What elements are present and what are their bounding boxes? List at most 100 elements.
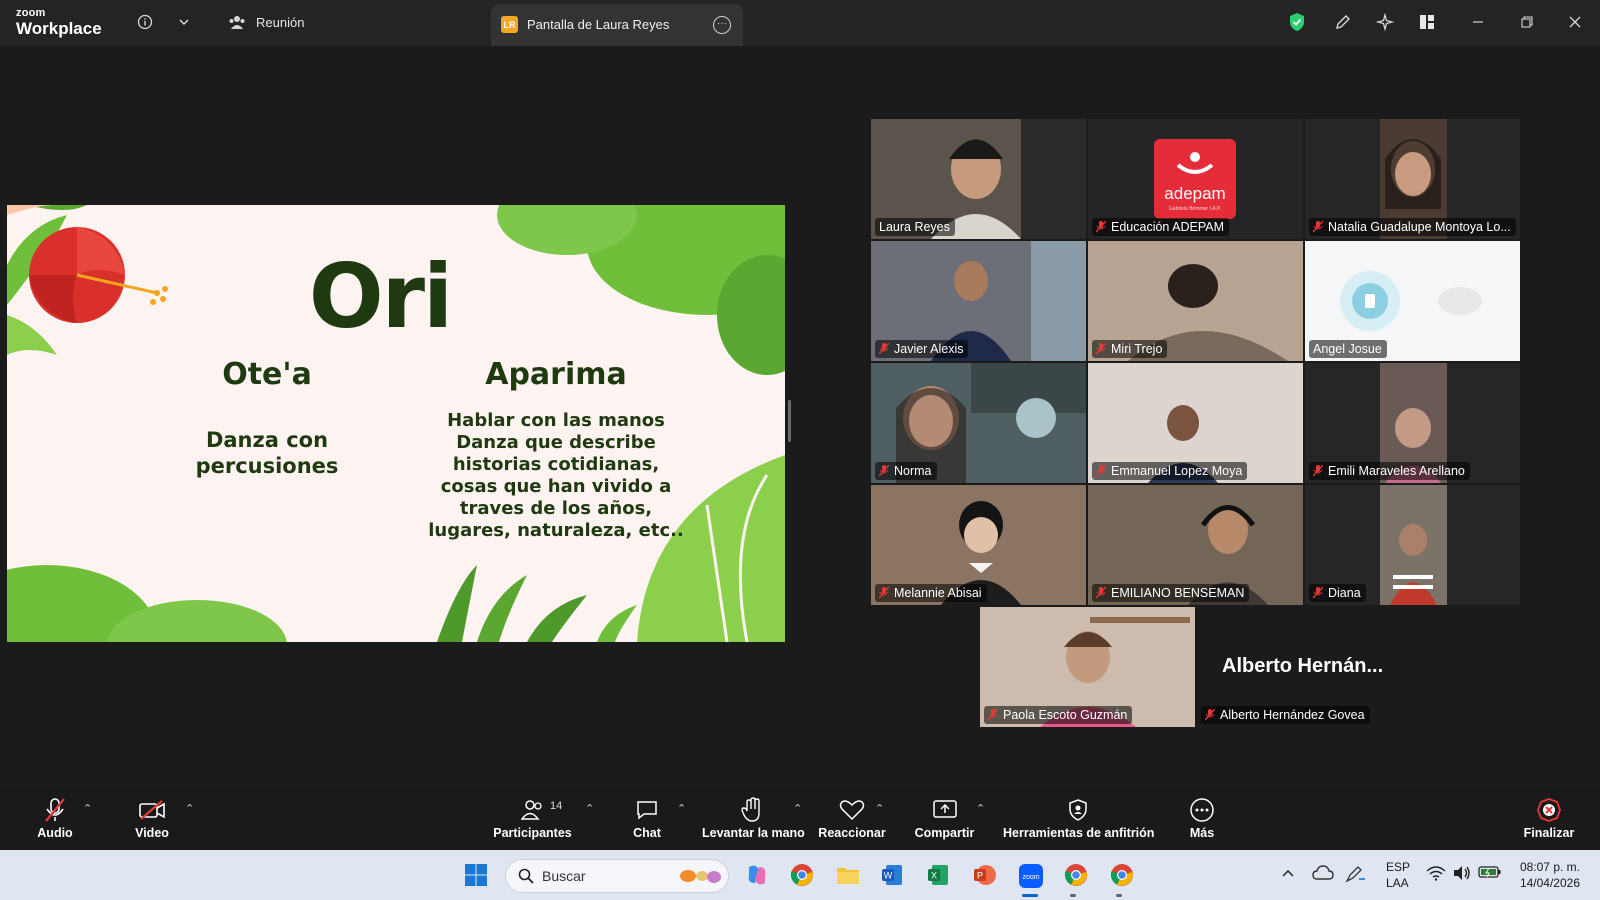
participant-name-tag: EMILIANO BENSEMAN (1092, 584, 1250, 602)
mic-muted-icon (1313, 221, 1323, 233)
ai-sparkle-icon[interactable] (1374, 11, 1396, 33)
video-tile[interactable]: Javier Alexis (871, 241, 1086, 361)
chrome-profile-app-icon[interactable] (1064, 863, 1088, 887)
participants-count: 14 (550, 800, 563, 812)
pen-settings-icon[interactable] (1345, 865, 1367, 883)
restore-icon[interactable] (1516, 11, 1538, 33)
screen-share-tab-label: Pantalla de Laura Reyes (527, 17, 670, 32)
share-button[interactable]: Compartir (912, 796, 977, 840)
search-icon (518, 868, 534, 884)
svg-text:P: P (977, 871, 983, 881)
end-meeting-button[interactable]: Finalizar (1521, 796, 1577, 840)
svg-text:zoom: zoom (1022, 874, 1039, 881)
video-tile[interactable]: Laura Reyes (871, 119, 1086, 239)
video-tile[interactable]: Paola Escoto Guzmán (980, 607, 1195, 727)
video-tile[interactable]: Emili Maraveles Arellano (1305, 363, 1520, 483)
host-tools-button[interactable]: Herramientas de anfitrión (1003, 796, 1154, 840)
chat-button[interactable]: Chat (625, 796, 669, 840)
annotate-pencil-icon[interactable] (1332, 11, 1354, 33)
participant-name-tag: Natalia Guadalupe Montoya Lo... (1309, 218, 1516, 236)
participant-display-name: Alberto Hernán... (1222, 655, 1384, 677)
video-button[interactable]: Video (125, 796, 179, 840)
word-app-icon[interactable]: W (880, 863, 904, 887)
volume-icon[interactable] (1452, 865, 1472, 883)
share-options-caret[interactable]: ⌃ (976, 802, 985, 815)
video-tile[interactable]: Emmanuel Lopez Moya (1088, 363, 1303, 483)
clock-date[interactable]: 14/04/2026 (1508, 876, 1580, 890)
close-icon[interactable] (1564, 11, 1586, 33)
participant-name-tag: Diana (1309, 584, 1366, 602)
mic-muted-icon (1096, 465, 1106, 477)
security-shield-icon[interactable] (1286, 11, 1308, 33)
chrome-app-icon[interactable] (790, 863, 814, 887)
participant-name-tag: Emili Maraveles Arellano (1309, 462, 1470, 480)
participants-options-caret[interactable]: ⌃ (585, 802, 594, 815)
video-off-icon (125, 796, 179, 824)
battery-icon[interactable] (1478, 865, 1502, 883)
video-tile[interactable]: Norma (871, 363, 1086, 483)
taskbar-search-input[interactable]: Buscar (505, 859, 729, 893)
participant-name-tag: Miri Trejo (1092, 340, 1168, 358)
chat-options-caret[interactable]: ⌃ (677, 802, 686, 815)
share-screen-icon (912, 796, 977, 824)
presenter-badge: LR (501, 16, 518, 33)
raise-hand-button[interactable]: Levantar la mano (702, 796, 805, 840)
zoom-active-indicator (1022, 894, 1038, 897)
video-tile[interactable]: EMILIANO BENSEMAN (1088, 485, 1303, 605)
panel-resize-handle[interactable] (788, 400, 791, 442)
chrome-profile-app-icon-2[interactable] (1110, 863, 1134, 887)
video-tile[interactable]: adepam Gabriela Brimmer I.A.P. Educación… (1088, 119, 1303, 239)
participants-button[interactable]: Participantes (490, 796, 575, 840)
participant-name-tag: Melannie Abisai (875, 584, 987, 602)
language-indicator-top[interactable]: ESP (1386, 860, 1410, 874)
participant-name-tag: Educación ADEPAM (1092, 218, 1230, 236)
language-indicator-bottom[interactable]: LAA (1386, 876, 1409, 890)
more-options-icon[interactable]: ··· (713, 16, 731, 34)
slide-text-aparima: Hablar con las manos Danza que describe … (403, 410, 709, 542)
hand-icon (702, 796, 802, 824)
view-layout-icon[interactable] (1416, 11, 1438, 33)
svg-text:adepam: adepam (1164, 184, 1225, 203)
video-tile[interactable]: Diana (1305, 485, 1520, 605)
video-tile[interactable]: Alberto Hernán... Alberto Hernández Gove… (1197, 607, 1412, 727)
audio-options-caret[interactable]: ⌃ (83, 802, 92, 815)
slide-text-otea: Danza con percusiones (195, 428, 339, 478)
meeting-controls-toolbar: Audio ⌃ Video ⌃ Participantes 14 ⌃ Chat … (0, 788, 1600, 850)
chat-bubble-icon (625, 796, 669, 824)
video-tile[interactable]: Natalia Guadalupe Montoya Lo... (1305, 119, 1520, 239)
audio-button[interactable]: Audio (30, 796, 80, 840)
end-x-icon (1521, 796, 1577, 824)
excel-app-icon[interactable]: X (926, 863, 950, 887)
clock-time[interactable]: 08:07 p. m. (1518, 860, 1580, 874)
raise-hand-options-caret[interactable]: ⌃ (793, 802, 802, 815)
video-options-caret[interactable]: ⌃ (185, 802, 194, 815)
windows-start-icon[interactable] (464, 863, 488, 887)
minimize-icon[interactable] (1467, 11, 1489, 33)
slide-title: Ori (308, 245, 453, 348)
mic-muted-icon (1205, 709, 1215, 721)
chevron-up-icon[interactable] (1280, 865, 1298, 883)
participant-name-tag: Laura Reyes (875, 218, 955, 236)
participant-name-tag: Paola Escoto Guzmán (984, 706, 1133, 724)
screen-share-tab[interactable]: LR Pantalla de Laura Reyes ··· (491, 4, 743, 46)
more-button[interactable]: Más (1180, 796, 1224, 840)
video-tile[interactable]: Miri Trejo (1088, 241, 1303, 361)
meeting-label[interactable]: Reunión (256, 15, 304, 30)
react-options-caret[interactable]: ⌃ (875, 802, 884, 815)
video-tile[interactable]: Angel Josue (1305, 241, 1520, 361)
cloud-icon[interactable] (1312, 865, 1334, 883)
zoom-logo: zoom Workplace (16, 7, 102, 38)
powerpoint-app-icon[interactable]: P (972, 863, 996, 887)
mic-muted-icon (1313, 465, 1323, 477)
file-explorer-icon[interactable] (836, 863, 860, 887)
zoom-app-icon[interactable]: zoom (1018, 863, 1043, 888)
wifi-icon[interactable] (1426, 865, 1446, 883)
app-open-indicator (1070, 894, 1076, 897)
info-icon[interactable] (134, 11, 156, 33)
slide-heading-aparima: Aparima (485, 357, 627, 392)
svg-text:X: X (931, 871, 937, 881)
copilot-app-icon[interactable] (745, 863, 769, 887)
video-tile[interactable]: Melannie Abisai (871, 485, 1086, 605)
chevron-down-icon[interactable] (173, 11, 195, 33)
adepam-logo-subtitle: Gabriela Brimmer I.A.P. (1169, 206, 1221, 212)
